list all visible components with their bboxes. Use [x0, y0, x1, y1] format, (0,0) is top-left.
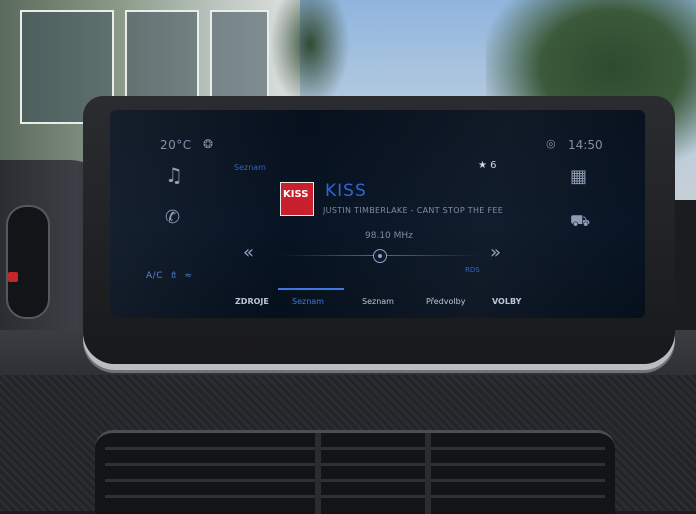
tab-seznam-active[interactable]: Seznam [292, 297, 324, 306]
tab-volby[interactable]: VOLBY [492, 297, 521, 306]
instrument-gauge [6, 205, 50, 319]
air-vent[interactable] [95, 430, 615, 514]
location-icon: ◎ [546, 137, 556, 150]
tab-predvolby[interactable]: Předvolby [426, 297, 465, 306]
climate-ac-button[interactable]: A/C ⇯ ≈ [146, 271, 193, 281]
tuner-slider-knob[interactable] [373, 249, 387, 263]
car-icon[interactable]: ⛟ [570, 211, 590, 232]
background-tree [270, 0, 350, 110]
temperature-readout: 20°C [160, 138, 192, 152]
seek-back-button[interactable]: « [243, 242, 254, 263]
grid-icon[interactable]: ▦ [570, 166, 587, 187]
rds-indicator: RDS [465, 266, 480, 274]
favorite-badge[interactable]: ★ 6 [478, 160, 497, 171]
tab-zdroje[interactable]: ZDROJE [235, 297, 269, 306]
seek-forward-button[interactable]: » [490, 242, 501, 263]
clock: 14:50 [568, 138, 603, 152]
infotainment-screen: 20°C ❂ ◎ 14:50 ♫ ✆ A/C ⇯ ≈ ▦ ⛟ Seznam ★ … [110, 110, 645, 318]
station-name: KISS [325, 181, 367, 201]
source-label: Seznam [234, 163, 266, 172]
now-playing-text: JUSTIN TIMBERLAKE - CANT STOP THE FEE [323, 206, 504, 215]
gauge-warning-light [8, 272, 18, 282]
active-tab-indicator [278, 288, 344, 290]
station-logo: KISS [280, 182, 314, 216]
tab-seznam[interactable]: Seznam [362, 297, 394, 306]
frequency-readout: 98.10 MHz [365, 231, 413, 241]
fan-icon[interactable]: ❂ [203, 137, 213, 151]
station-logo-text: KISS [283, 189, 309, 200]
phone-icon[interactable]: ✆ [165, 207, 180, 228]
music-note-icon[interactable]: ♫ [165, 163, 183, 187]
